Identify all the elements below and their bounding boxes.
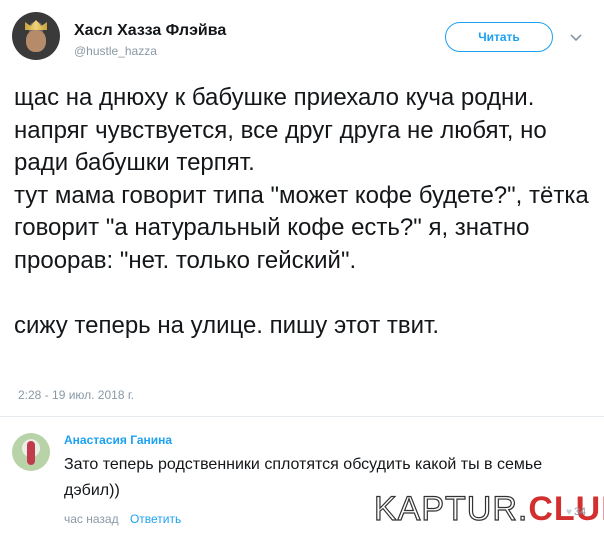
reply-author-name[interactable]: Анастасия Ганина [64, 433, 172, 447]
like-count[interactable]: ♥ 34 [566, 506, 586, 518]
crown-icon [25, 20, 47, 30]
avatar-face [26, 30, 46, 52]
author-name[interactable]: Хасл Хазза Флэйва [74, 22, 226, 40]
reply-author-avatar[interactable] [12, 433, 50, 471]
reply-time: час назад [64, 512, 119, 526]
divider [0, 416, 604, 417]
tweet-paragraph: тут мама говорит типа "может кофе будете… [14, 181, 589, 274]
tweet-paragraph: щас на днюху к бабушке приехало куча род… [14, 84, 547, 176]
watermark-prefix: KAPTUR. [373, 489, 529, 528]
tweet-timestamp[interactable]: 2:28 - 19 июл. 2018 г. [18, 388, 134, 402]
author-avatar[interactable] [12, 12, 60, 60]
author-handle[interactable]: @hustle_hazza [74, 44, 157, 58]
tweet-paragraph: сижу теперь на улице. пишу этот твит. [14, 312, 440, 339]
tweet-body: щас на днюху к бабушке приехало куча род… [14, 82, 594, 343]
like-number: 34 [573, 506, 587, 518]
avatar-figure [27, 441, 35, 465]
reply-button[interactable]: Ответить [130, 512, 181, 526]
tweet-header: Хасл Хазза Флэйва @hustle_hazza Читать [12, 12, 592, 64]
chevron-down-icon[interactable] [569, 30, 583, 44]
follow-button[interactable]: Читать [445, 22, 553, 52]
reply-meta: час назад Ответить [64, 512, 181, 526]
heart-icon: ♥ [566, 507, 572, 518]
